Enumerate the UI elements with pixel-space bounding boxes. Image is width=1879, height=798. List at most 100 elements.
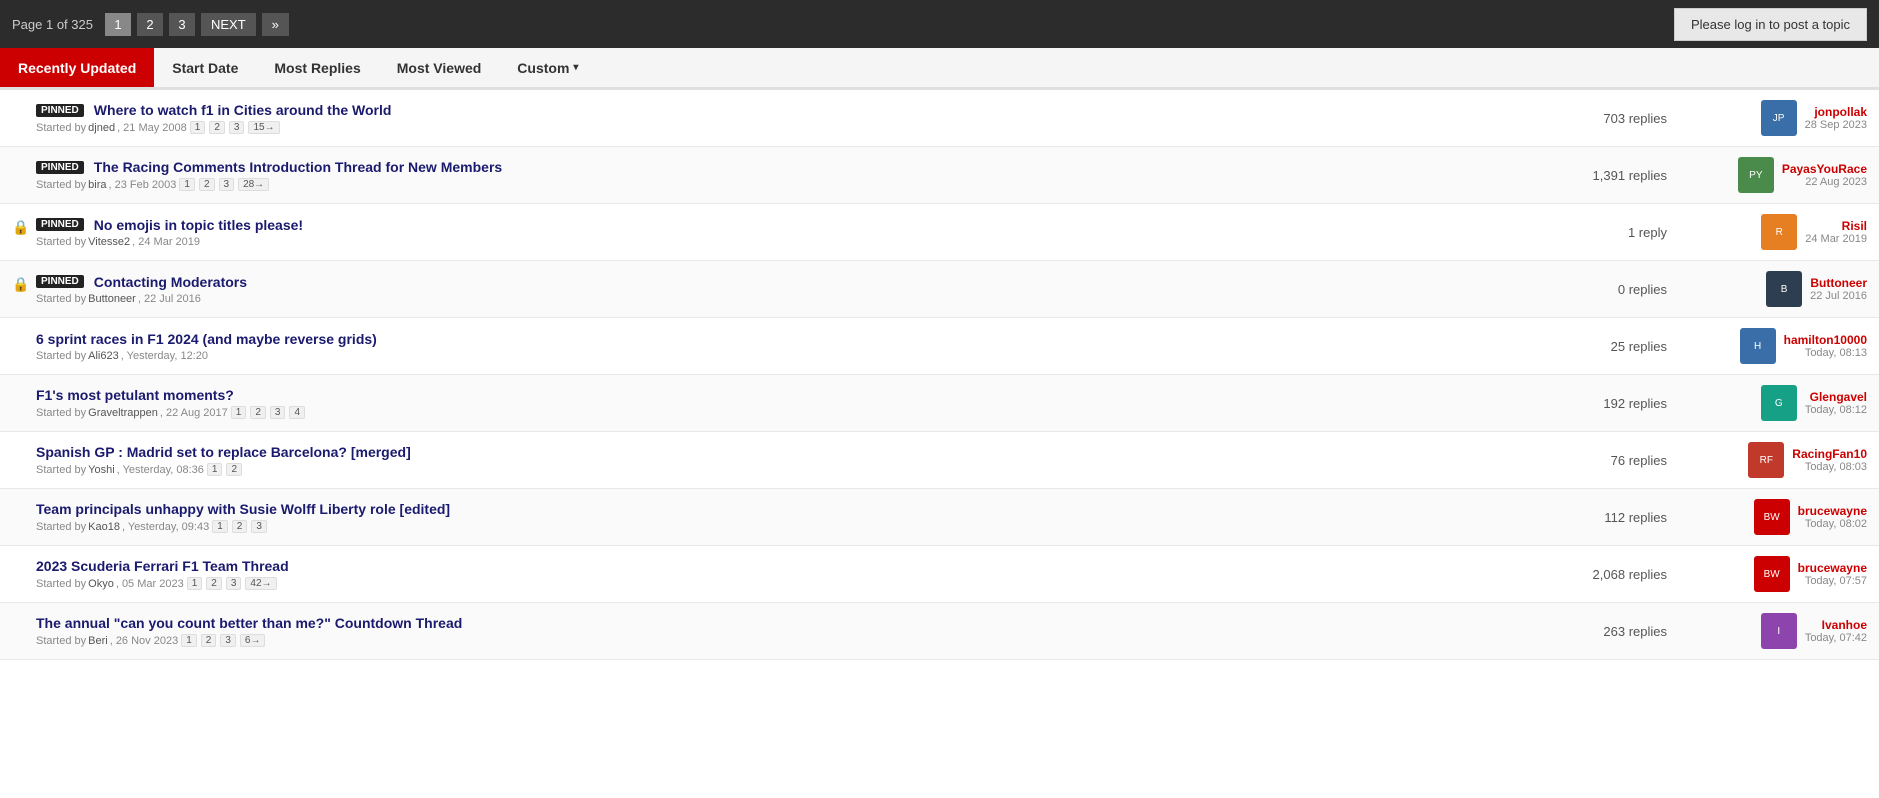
thread-page-link[interactable]: 1 — [179, 178, 195, 191]
tab-most-replies[interactable]: Most Replies — [256, 48, 378, 87]
thread-right: BW brucewayne Today, 08:02 — [1667, 499, 1867, 535]
page-1-btn[interactable]: 1 — [105, 13, 131, 36]
thread-meta: Started by Ali623 , Yesterday, 12:20 — [36, 350, 1547, 362]
last-poster-name[interactable]: PayasYouRace — [1782, 162, 1867, 176]
thread-date: , 23 Feb 2003 — [108, 179, 176, 191]
tab-custom[interactable]: Custom ▾ — [499, 48, 596, 87]
thread-info: The annual "can you count better than me… — [36, 615, 1547, 647]
thread-page-link[interactable]: 2 — [206, 577, 222, 590]
thread-page-link[interactable]: 2 — [199, 178, 215, 191]
thread-author[interactable]: Buttoneer — [88, 293, 136, 305]
last-poster-name[interactable]: jonpollak — [1805, 105, 1867, 119]
thread-page-link[interactable]: 3 — [219, 178, 235, 191]
thread-author[interactable]: Vitesse2 — [88, 236, 130, 248]
thread-title[interactable]: No emojis in topic titles please! — [94, 217, 303, 233]
page-2-btn[interactable]: 2 — [137, 13, 163, 36]
avatar: BW — [1754, 556, 1790, 592]
thread-title[interactable]: Where to watch f1 in Cities around the W… — [94, 102, 392, 118]
thread-page-link[interactable]: 1 — [207, 463, 223, 476]
thread-extra-pages[interactable]: 15→ — [248, 121, 279, 134]
thread-title[interactable]: Contacting Moderators — [94, 274, 247, 290]
last-poster-name[interactable]: Glengavel — [1805, 390, 1867, 404]
thread-page-link[interactable]: 2 — [250, 406, 266, 419]
tab-recently-updated[interactable]: Recently Updated — [0, 48, 154, 87]
last-poster-name[interactable]: Ivanhoe — [1805, 618, 1867, 632]
next-btn[interactable]: NEXT — [201, 13, 256, 36]
thread-author[interactable]: Yoshi — [88, 464, 115, 476]
thread-right: RF RacingFan10 Today, 08:03 — [1667, 442, 1867, 478]
started-by-label: Started by — [36, 293, 86, 305]
thread-page-link[interactable]: 1 — [212, 520, 228, 533]
tab-start-date[interactable]: Start Date — [154, 48, 256, 87]
last-poster-name[interactable]: RacingFan10 — [1792, 447, 1867, 461]
last-poster-name[interactable]: Buttoneer — [1810, 276, 1867, 290]
thread-page-link[interactable]: 2 — [201, 634, 217, 647]
tab-most-viewed[interactable]: Most Viewed — [379, 48, 500, 87]
thread-title[interactable]: F1's most petulant moments? — [36, 387, 234, 403]
last-post-date: 28 Sep 2023 — [1805, 119, 1867, 131]
last-post-date: Today, 08:12 — [1805, 404, 1867, 416]
thread-title[interactable]: 6 sprint races in F1 2024 (and maybe rev… — [36, 331, 377, 347]
last-poster-name[interactable]: Risil — [1805, 219, 1867, 233]
last-poster-name[interactable]: brucewayne — [1798, 504, 1867, 518]
thread-page-link[interactable]: 1 — [187, 577, 203, 590]
thread-author[interactable]: Graveltrappen — [88, 407, 158, 419]
thread-meta: Started by Graveltrappen , 22 Aug 2017 1… — [36, 406, 1547, 419]
thread-title[interactable]: Team principals unhappy with Susie Wolff… — [36, 501, 450, 517]
thread-page-link[interactable]: 3 — [226, 577, 242, 590]
thread-date: , Yesterday, 08:36 — [117, 464, 204, 476]
thread-page-link[interactable]: 4 — [289, 406, 305, 419]
thread-extra-pages[interactable]: 42→ — [245, 577, 276, 590]
user-info: Glengavel Today, 08:12 — [1805, 390, 1867, 416]
thread-extra-pages[interactable]: 6→ — [240, 634, 266, 647]
thread-page-link[interactable]: 3 — [251, 520, 267, 533]
thread-replies: 25 replies — [1547, 339, 1667, 354]
last-post-date: 24 Mar 2019 — [1805, 233, 1867, 245]
last-post-date: Today, 08:13 — [1784, 347, 1867, 359]
thread-page-link[interactable]: 2 — [209, 121, 225, 134]
thread-author[interactable]: Beri — [88, 635, 108, 647]
avatar: RF — [1748, 442, 1784, 478]
thread-page-link[interactable]: 3 — [270, 406, 286, 419]
last-post-date: Today, 08:03 — [1792, 461, 1867, 473]
thread-meta: Started by Vitesse2 , 24 Mar 2019 — [36, 236, 1547, 248]
table-row: 🔒 6 sprint races in F1 2024 (and maybe r… — [0, 318, 1879, 375]
thread-author[interactable]: bira — [88, 179, 106, 191]
thread-title[interactable]: 2023 Scuderia Ferrari F1 Team Thread — [36, 558, 289, 574]
next-arrow-btn[interactable]: » — [262, 13, 289, 36]
table-row: 🔒 F1's most petulant moments? Started by… — [0, 375, 1879, 432]
user-info: Risil 24 Mar 2019 — [1805, 219, 1867, 245]
thread-author[interactable]: Kao18 — [88, 521, 120, 533]
thread-info: F1's most petulant moments? Started by G… — [36, 387, 1547, 419]
thread-title[interactable]: The annual "can you count better than me… — [36, 615, 462, 631]
login-button[interactable]: Please log in to post a topic — [1674, 8, 1867, 41]
thread-page-link[interactable]: 2 — [226, 463, 242, 476]
thread-page-link[interactable]: 2 — [232, 520, 248, 533]
thread-author[interactable]: Okyo — [88, 578, 114, 590]
last-post-date: Today, 08:02 — [1798, 518, 1867, 530]
started-by-label: Started by — [36, 578, 86, 590]
started-by-label: Started by — [36, 236, 86, 248]
thread-page-link[interactable]: 3 — [229, 121, 245, 134]
thread-page-link[interactable]: 1 — [231, 406, 247, 419]
thread-author[interactable]: Ali623 — [88, 350, 119, 362]
thread-title[interactable]: Spanish GP : Madrid set to replace Barce… — [36, 444, 411, 460]
thread-page-link[interactable]: 3 — [220, 634, 236, 647]
thread-left: 🔒 Team principals unhappy with Susie Wol… — [12, 501, 1547, 533]
thread-right: BW brucewayne Today, 07:57 — [1667, 556, 1867, 592]
thread-meta: Started by Okyo , 05 Mar 2023 12342→ — [36, 577, 1547, 590]
last-poster-name[interactable]: hamilton10000 — [1784, 333, 1867, 347]
last-poster-name[interactable]: brucewayne — [1798, 561, 1867, 575]
user-info: Ivanhoe Today, 07:42 — [1805, 618, 1867, 644]
thread-page-link[interactable]: 1 — [181, 634, 197, 647]
thread-title[interactable]: The Racing Comments Introduction Thread … — [94, 159, 502, 175]
thread-info: Team principals unhappy with Susie Wolff… — [36, 501, 1547, 533]
thread-right: B Buttoneer 22 Jul 2016 — [1667, 271, 1867, 307]
chevron-down-icon: ▾ — [573, 62, 578, 73]
page-3-btn[interactable]: 3 — [169, 13, 195, 36]
thread-extra-pages[interactable]: 28→ — [238, 178, 269, 191]
thread-author[interactable]: djned — [88, 122, 115, 134]
started-by-label: Started by — [36, 521, 86, 533]
thread-page-link[interactable]: 1 — [190, 121, 206, 134]
pinned-badge: PINNED — [36, 275, 84, 288]
